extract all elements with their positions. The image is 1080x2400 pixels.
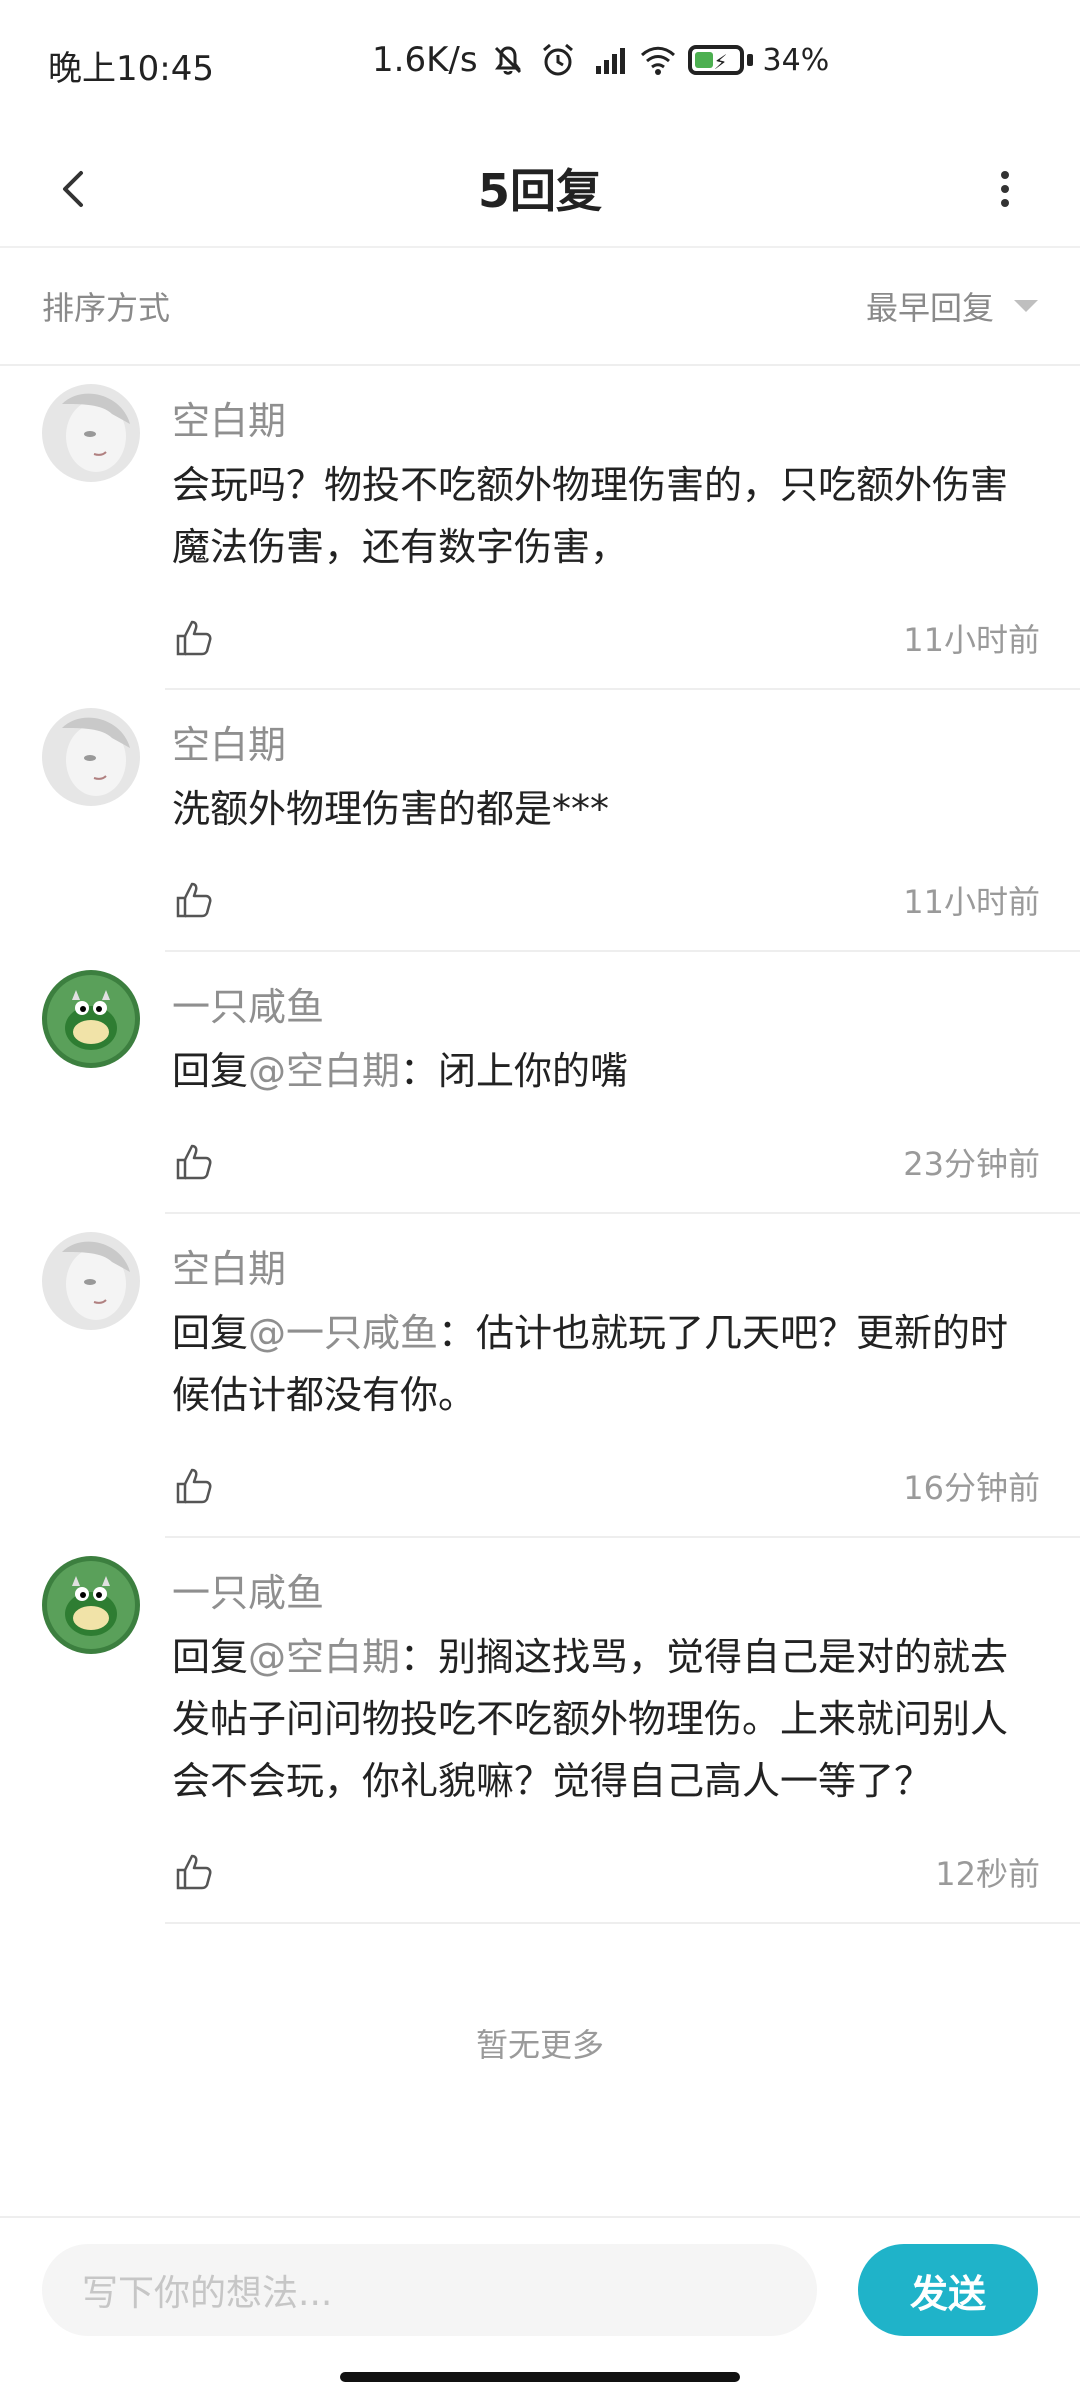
more-button[interactable] (970, 154, 1040, 224)
sort-selected: 最早回复 (865, 289, 994, 327)
reply-item: 空白期 回复@一只咸鱼：估计也就玩了几天吧？更新的时候估计都没有你。 16分钟前 (0, 1214, 1080, 1538)
reply-time: 11小时前 (903, 621, 1040, 659)
signal-hd-icon (595, 48, 625, 74)
avatar[interactable] (42, 384, 140, 482)
avatar-image (42, 384, 140, 482)
page-title: 5回复 (477, 164, 602, 218)
caret-down-icon (1014, 300, 1038, 312)
username[interactable]: 空白期 (172, 710, 1040, 772)
reply-prefix: 回复 (172, 1311, 249, 1355)
thumbs-up-icon[interactable] (172, 616, 216, 660)
reply-content: 回复@一只咸鱼：估计也就玩了几天吧？更新的时候估计都没有你。 (172, 1302, 1040, 1426)
reply-time: 12秒前 (935, 1855, 1040, 1893)
username[interactable]: 空白期 (172, 386, 1040, 448)
reply-content: 回复@空白期：别搁这找骂，觉得自己是对的就去发帖子问问物投吃不吃额外物理伤。上来… (172, 1626, 1040, 1812)
username[interactable]: 空白期 (172, 1234, 1040, 1296)
divider (165, 1922, 1080, 1924)
reply-time: 23分钟前 (903, 1145, 1040, 1183)
username[interactable]: 一只咸鱼 (172, 972, 1040, 1034)
avatar-image (42, 708, 140, 806)
avatar-image (42, 970, 140, 1068)
reply-item: 空白期 洗额外物理伤害的都是*** 11小时前 (0, 690, 1080, 952)
thumbs-up-icon[interactable] (172, 878, 216, 922)
wifi-icon (640, 46, 675, 75)
mention-link[interactable]: @一只咸鱼 (248, 1311, 438, 1355)
reply-item: 一只咸鱼 回复@空白期：闭上你的嘴 23分钟前 (0, 952, 1080, 1214)
reply-prefix: 回复 (172, 1635, 249, 1679)
reply-list: 空白期 会玩吗？物投不吃额外物理伤害的，只吃额外伤害魔法伤害，还有数字伤害， 1… (0, 366, 1080, 1924)
sort-label: 排序方式 (42, 289, 171, 327)
reply-content: 洗额外物理伤害的都是*** (172, 778, 1040, 840)
back-arrow-icon (63, 171, 83, 207)
reply-time: 16分钟前 (903, 1469, 1040, 1507)
header: 5回复 (0, 130, 1080, 248)
mention-link[interactable]: @空白期 (248, 1635, 400, 1679)
mute-bell-icon (494, 46, 521, 75)
home-indicator[interactable] (340, 2372, 740, 2382)
avatar[interactable] (42, 970, 140, 1068)
thumbs-up-icon[interactable] (172, 1140, 216, 1184)
more-vertical-icon (1001, 171, 1009, 207)
reply-item: 一只咸鱼 回复@空白期：别搁这找骂，觉得自己是对的就去发帖子问问物投吃不吃额外物… (0, 1538, 1080, 1924)
no-more-label: 暂无更多 (475, 2026, 604, 2064)
thumbs-up-icon[interactable] (172, 1464, 216, 1508)
reply-text: 会玩吗？物投不吃额外物理伤害的，只吃额外伤害魔法伤害，还有数字伤害， (172, 463, 1009, 569)
comment-input[interactable]: 写下你的想法... (42, 2244, 817, 2336)
username[interactable]: 一只咸鱼 (172, 1558, 1040, 1620)
comment-bar: 写下你的想法... 发送 (0, 2216, 1080, 2338)
avatar[interactable] (42, 708, 140, 806)
reply-content: 会玩吗？物投不吃额外物理伤害的，只吃额外伤害魔法伤害，还有数字伤害， (172, 454, 1040, 578)
network-speed: 1.6K/s (372, 40, 478, 80)
alarm-icon (542, 43, 573, 76)
battery-level: 34% (762, 42, 830, 78)
send-button[interactable]: 发送 (858, 2244, 1038, 2336)
thumbs-up-icon[interactable] (172, 1850, 216, 1894)
reply-time: 11小时前 (903, 883, 1040, 921)
sort-dropdown[interactable]: 最早回复 (866, 283, 1038, 329)
avatar-image (42, 1232, 140, 1330)
comment-placeholder: 写下你的想法... (82, 2273, 333, 2314)
reply-prefix: 回复 (172, 1049, 249, 1093)
sort-bar: 排序方式 最早回复 (0, 248, 1080, 366)
reply-text: 洗额外物理伤害的都是*** (172, 787, 610, 831)
avatar[interactable] (42, 1556, 140, 1654)
status-time: 晚上10:45 (48, 48, 214, 89)
status-icons: 1.6K/s ⚡ 34% (372, 40, 829, 80)
battery-icon: ⚡ (687, 45, 753, 75)
reply-content: 回复@空白期：闭上你的嘴 (172, 1040, 1040, 1102)
back-button[interactable] (40, 154, 110, 224)
avatar[interactable] (42, 1232, 140, 1330)
reply-text: ：闭上你的嘴 (400, 1049, 629, 1093)
avatar-image (42, 1556, 140, 1654)
reply-item: 空白期 会玩吗？物投不吃额外物理伤害的，只吃额外伤害魔法伤害，还有数字伤害， 1… (0, 366, 1080, 690)
mention-link[interactable]: @空白期 (248, 1049, 400, 1093)
